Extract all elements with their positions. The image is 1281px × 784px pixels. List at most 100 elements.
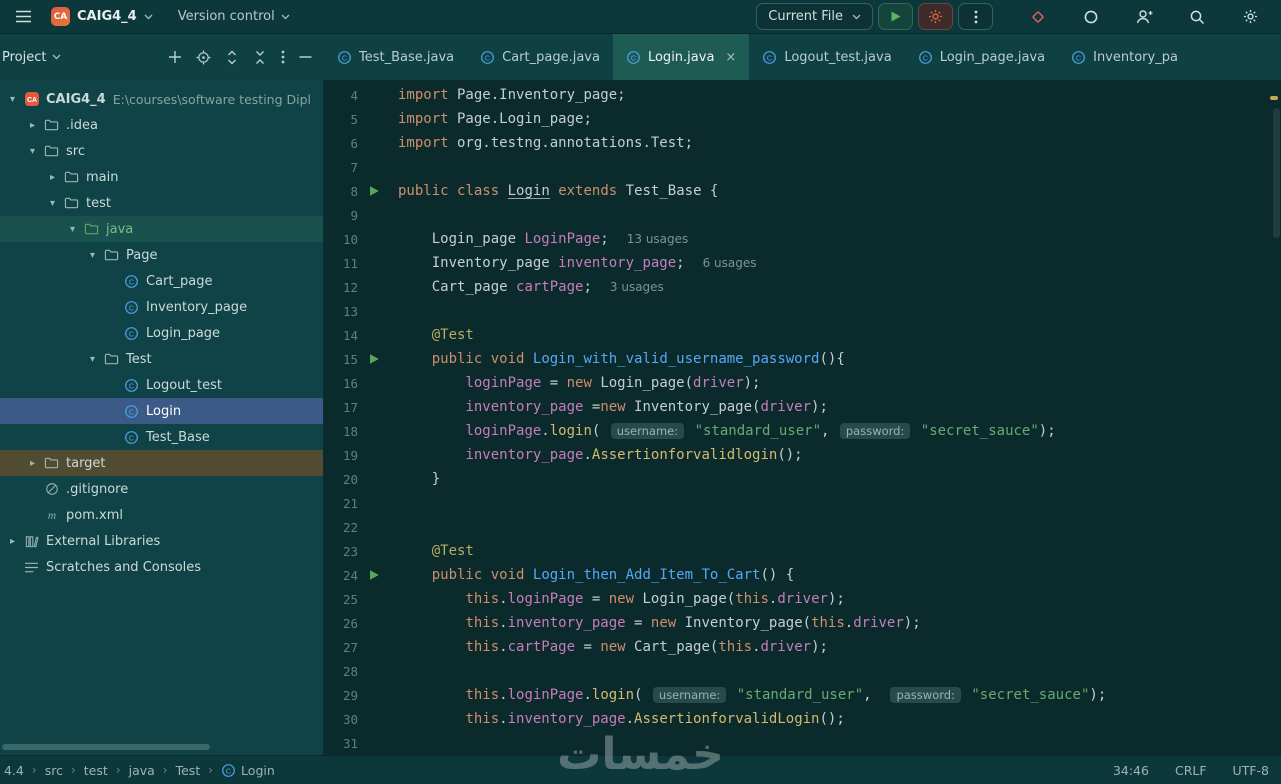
tree-item-External-Libraries[interactable]: ▸ External Libraries bbox=[0, 528, 323, 554]
line-number[interactable]: 6 bbox=[324, 136, 358, 151]
editor-tab-Test_Base.java[interactable]: C Test_Base.java bbox=[324, 34, 467, 80]
run-gutter-icon[interactable] bbox=[363, 185, 385, 197]
line-number[interactable]: 13 bbox=[324, 304, 358, 319]
tree-item-Test[interactable]: ▾ Test bbox=[0, 346, 323, 372]
code-line-14[interactable]: 14 @Test bbox=[324, 323, 1281, 347]
run-gutter-icon[interactable] bbox=[363, 353, 385, 365]
line-number[interactable]: 18 bbox=[324, 424, 358, 439]
code-editor[interactable]: 4 import Page.Inventory_page; 5 import Page… bbox=[324, 80, 1281, 755]
code-line-30[interactable]: 30 this.inventory_page.Assertionforvalid… bbox=[324, 707, 1281, 731]
profiler-button[interactable] bbox=[918, 3, 953, 30]
code-line-31[interactable]: 31 bbox=[324, 731, 1281, 755]
line-number[interactable]: 27 bbox=[324, 640, 358, 655]
plus-icon[interactable] bbox=[168, 50, 182, 64]
line-separator[interactable]: CRLF bbox=[1175, 763, 1207, 778]
code-line-17[interactable]: 17 inventory_page =new Inventory_page(dr… bbox=[324, 395, 1281, 419]
code-line-20[interactable]: 20 } bbox=[324, 467, 1281, 491]
line-number[interactable]: 20 bbox=[324, 472, 358, 487]
line-number[interactable]: 24 bbox=[324, 568, 358, 583]
error-stripe-mark[interactable] bbox=[1270, 96, 1278, 100]
line-number[interactable]: 5 bbox=[324, 112, 358, 127]
code-line-26[interactable]: 26 this.inventory_page = new Inventory_p… bbox=[324, 611, 1281, 635]
run-button[interactable] bbox=[878, 3, 913, 30]
tree-item-main[interactable]: ▸ main bbox=[0, 164, 323, 190]
tree-item-java[interactable]: ▾ java bbox=[0, 216, 323, 242]
search-everywhere-button[interactable] bbox=[1184, 4, 1210, 30]
main-menu-button[interactable] bbox=[10, 4, 36, 30]
chevron-right-icon[interactable]: ▸ bbox=[24, 458, 41, 469]
chevron-down-icon[interactable]: ▾ bbox=[44, 198, 61, 209]
horizontal-scrollbar[interactable] bbox=[2, 744, 210, 750]
usages-inlay-hint[interactable]: 3 usages bbox=[610, 280, 664, 294]
tree-item-Test_Base[interactable]: C Test_Base bbox=[0, 424, 323, 450]
tree-item-Page[interactable]: ▾ Page bbox=[0, 242, 323, 268]
code-line-7[interactable]: 7 bbox=[324, 155, 1281, 179]
code-line-5[interactable]: 5 import Page.Login_page; bbox=[324, 107, 1281, 131]
line-number[interactable]: 14 bbox=[324, 328, 358, 343]
code-line-28[interactable]: 28 bbox=[324, 659, 1281, 683]
tree-item-Scratches-and-Consoles[interactable]: Scratches and Consoles bbox=[0, 554, 323, 580]
chevron-right-icon[interactable]: ▸ bbox=[44, 172, 61, 183]
breadcrumb-item-4.4[interactable]: 4.4 bbox=[4, 763, 24, 778]
collapse-all-icon[interactable] bbox=[253, 50, 267, 65]
chevron-right-icon[interactable]: ▸ bbox=[24, 120, 41, 131]
editor-tab-Logout_test.java[interactable]: C Logout_test.java bbox=[749, 34, 904, 80]
tree-item-Login[interactable]: C Login bbox=[0, 398, 323, 424]
code-line-16[interactable]: 16 loginPage = new Login_page(driver); bbox=[324, 371, 1281, 395]
code-line-27[interactable]: 27 this.cartPage = new Cart_page(this.dr… bbox=[324, 635, 1281, 659]
line-number[interactable]: 28 bbox=[324, 664, 358, 679]
line-number[interactable]: 7 bbox=[324, 160, 358, 175]
code-with-me-button[interactable] bbox=[1131, 4, 1157, 30]
code-line-19[interactable]: 19 inventory_page.Assertionforvalidlogin… bbox=[324, 443, 1281, 467]
vertical-scrollbar[interactable] bbox=[1273, 108, 1280, 238]
project-panel-title[interactable]: Project bbox=[2, 50, 61, 65]
line-number[interactable]: 9 bbox=[324, 208, 358, 223]
tree-item-Inventory_page[interactable]: C Inventory_page bbox=[0, 294, 323, 320]
tree-item-CAIG4_4[interactable]: ▾ CA CAIG4_4 E:\courses\software testing Di… bbox=[0, 86, 323, 112]
hide-panel-icon[interactable] bbox=[299, 55, 312, 59]
hot-reload-button[interactable] bbox=[1025, 4, 1051, 30]
ai-assistant-button[interactable] bbox=[1078, 4, 1104, 30]
line-number[interactable]: 21 bbox=[324, 496, 358, 511]
tree-item-Cart_page[interactable]: C Cart_page bbox=[0, 268, 323, 294]
editor-tab-Inventory_pa[interactable]: C Inventory_pa bbox=[1058, 34, 1191, 80]
code-line-21[interactable]: 21 bbox=[324, 491, 1281, 515]
code-line-8[interactable]: 8 public class Login extends Test_Base { bbox=[324, 179, 1281, 203]
tree-item-Logout_test[interactable]: C Logout_test bbox=[0, 372, 323, 398]
line-number[interactable]: 4 bbox=[324, 88, 358, 103]
editor-tab-Login.java[interactable]: C Login.java × bbox=[612, 34, 750, 80]
line-number[interactable]: 8 bbox=[324, 184, 358, 199]
code-line-18[interactable]: 18 loginPage.login( username: "standard_… bbox=[324, 419, 1281, 443]
line-number[interactable]: 15 bbox=[324, 352, 358, 367]
close-icon[interactable]: × bbox=[725, 51, 736, 64]
code-line-10[interactable]: 10 Login_page LoginPage; 13 usages bbox=[324, 227, 1281, 251]
chevron-down-icon[interactable]: ▾ bbox=[84, 250, 101, 261]
code-line-13[interactable]: 13 bbox=[324, 299, 1281, 323]
breadcrumb-item-src[interactable]: src bbox=[45, 763, 63, 778]
line-number[interactable]: 22 bbox=[324, 520, 358, 535]
code-line-23[interactable]: 23 @Test bbox=[324, 539, 1281, 563]
line-number[interactable]: 30 bbox=[324, 712, 358, 727]
code-line-12[interactable]: 12 Cart_page cartPage; 3 usages bbox=[324, 275, 1281, 299]
code-line-24[interactable]: 24 public void Login_then_Add_Item_To_Ca… bbox=[324, 563, 1281, 587]
code-line-22[interactable]: 22 bbox=[324, 515, 1281, 539]
tree-item-.gitignore[interactable]: .gitignore bbox=[0, 476, 323, 502]
line-number[interactable]: 23 bbox=[324, 544, 358, 559]
tree-item-src[interactable]: ▾ src bbox=[0, 138, 323, 164]
line-number[interactable]: 17 bbox=[324, 400, 358, 415]
line-number[interactable]: 19 bbox=[324, 448, 358, 463]
tree-item-.idea[interactable]: ▸ .idea bbox=[0, 112, 323, 138]
code-line-25[interactable]: 25 this.loginPage = new Login_page(this.… bbox=[324, 587, 1281, 611]
run-gutter-icon[interactable] bbox=[363, 569, 385, 581]
breadcrumb-item-test[interactable]: test bbox=[84, 763, 108, 778]
tree-item-target[interactable]: ▸ target bbox=[0, 450, 323, 476]
breadcrumb-item-Login[interactable]: C Login bbox=[221, 763, 275, 778]
code-line-11[interactable]: 11 Inventory_page inventory_page; 6 usage… bbox=[324, 251, 1281, 275]
tree-item-Login_page[interactable]: C Login_page bbox=[0, 320, 323, 346]
code-line-29[interactable]: 29 this.loginPage.login( username: "stan… bbox=[324, 683, 1281, 707]
cursor-position[interactable]: 34:46 bbox=[1113, 763, 1149, 778]
chevron-down-icon[interactable]: ▾ bbox=[64, 224, 81, 235]
line-number[interactable]: 31 bbox=[324, 736, 358, 751]
kebab-icon[interactable] bbox=[281, 50, 285, 64]
line-number[interactable]: 16 bbox=[324, 376, 358, 391]
